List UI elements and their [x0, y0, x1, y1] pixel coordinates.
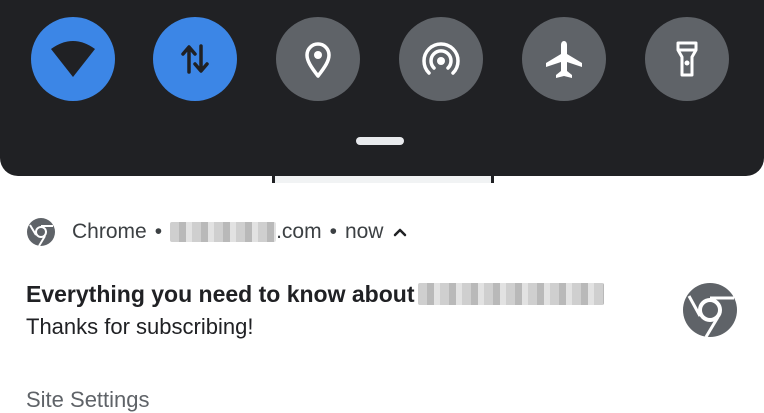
- drag-handle[interactable]: [356, 137, 404, 145]
- mobile-data-tile[interactable]: [153, 17, 237, 101]
- location-pin-icon: [305, 42, 331, 78]
- flashlight-icon: [676, 41, 698, 77]
- header-separator: •: [154, 220, 163, 243]
- notification-header: Chrome • .com • now: [26, 217, 407, 247]
- redacted-title-text: [418, 283, 605, 305]
- chevron-up-icon[interactable]: [393, 227, 407, 237]
- wifi-tile[interactable]: [31, 17, 115, 101]
- header-separator-2: •: [329, 220, 337, 243]
- flashlight-tile[interactable]: [645, 17, 729, 101]
- wifi-icon: [51, 41, 95, 77]
- airplane-icon: [546, 41, 582, 78]
- notification-title: Everything you need to know about: [26, 279, 605, 309]
- redacted-domain: [170, 222, 277, 242]
- notification-body: Thanks for subscribing!: [26, 314, 254, 339]
- mobile-data-icon: [181, 44, 209, 74]
- timestamp: now: [344, 220, 384, 243]
- airplane-mode-tile[interactable]: [522, 17, 606, 101]
- hotspot-tile[interactable]: [399, 17, 483, 101]
- location-tile[interactable]: [276, 17, 360, 101]
- domain-suffix: .com: [276, 220, 322, 243]
- quick-settings-panel: [0, 0, 764, 176]
- chrome-icon: [27, 218, 55, 247]
- notification-card[interactable]: Chrome • .com • now Everything you need …: [0, 183, 764, 413]
- hotspot-icon: [422, 42, 460, 75]
- chrome-large-icon: [683, 283, 737, 338]
- site-settings-button[interactable]: Site Settings: [26, 387, 150, 413]
- notification-title-text: Everything you need to know about: [26, 280, 415, 307]
- app-name: Chrome: [72, 220, 147, 243]
